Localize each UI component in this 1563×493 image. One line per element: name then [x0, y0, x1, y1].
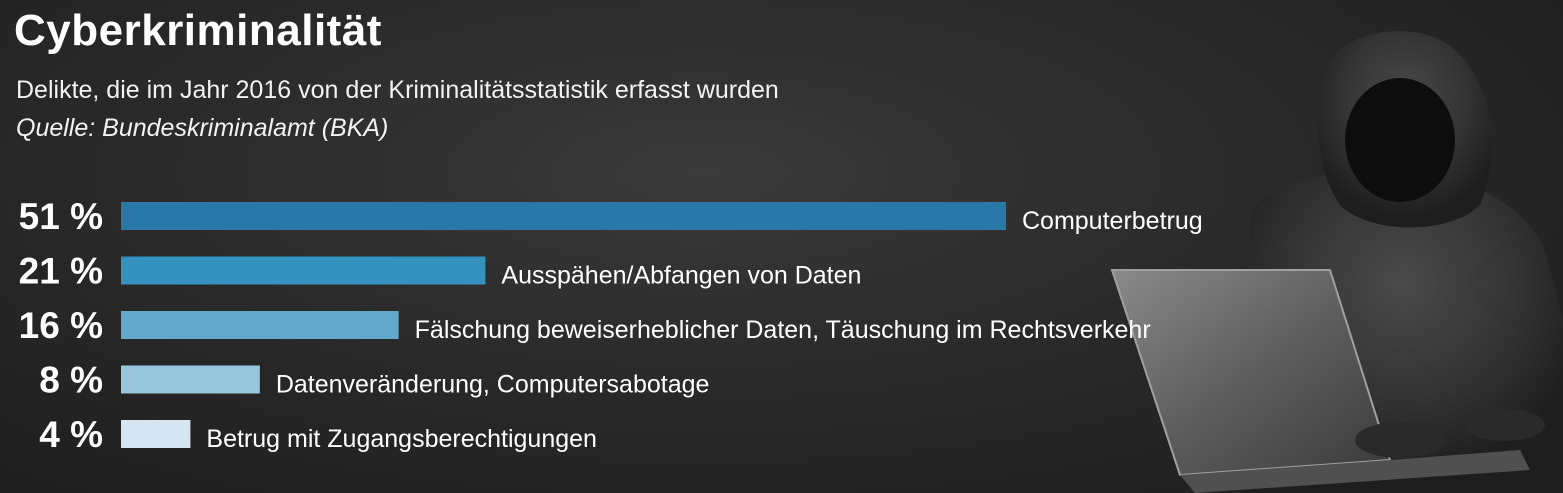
value-label: 16 %	[19, 305, 103, 346]
infographic: Cyberkriminalität Delikte, die im Jahr 2…	[0, 0, 1563, 493]
category-label: Ausspähen/Abfangen von Daten	[501, 262, 861, 290]
bar	[121, 202, 1006, 230]
category-label: Computerbetrug	[1022, 207, 1203, 235]
category-label: Fälschung beweiserheblicher Daten, Täusc…	[415, 316, 1151, 344]
category-label: Datenveränderung, Computersabotage	[276, 371, 710, 399]
bar-chart: 51 % Computerbetrug 21 % Ausspähen/Abfangen…	[19, 196, 1203, 455]
category-label: Betrug mit Zugangsberechtigungen	[206, 425, 597, 453]
bar	[121, 420, 191, 448]
bar	[121, 311, 399, 339]
bar	[121, 365, 260, 394]
bar	[121, 256, 486, 285]
value-label: 8 %	[39, 360, 103, 401]
value-label: 21 %	[19, 251, 103, 292]
value-label: 51 %	[19, 196, 103, 237]
value-label: 4 %	[39, 414, 103, 455]
